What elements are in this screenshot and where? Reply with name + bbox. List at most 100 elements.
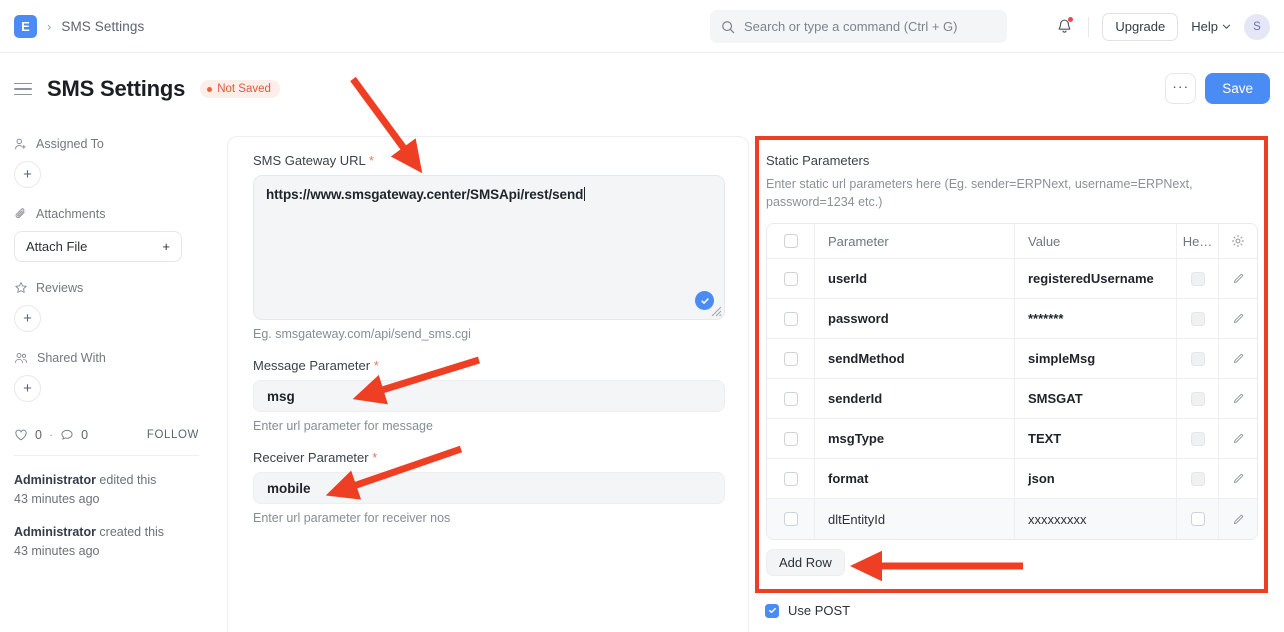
table-row[interactable]: dltEntityId xxxxxxxxx — [767, 499, 1257, 539]
row-edit-button[interactable] — [1219, 499, 1257, 539]
message-parameter-label: Message Parameter * — [253, 358, 723, 373]
gateway-url-textarea[interactable]: https://www.smsgateway.center/SMSApi/res… — [253, 175, 725, 320]
row-checkbox[interactable] — [783, 431, 798, 446]
gateway-url-label: SMS Gateway URL * — [253, 153, 723, 168]
row-checkbox[interactable] — [783, 351, 798, 366]
table-header-row: Parameter Value He… — [767, 224, 1257, 259]
gateway-url-value: https://www.smsgateway.center/SMSApi/res… — [266, 187, 584, 202]
sidebar-label-attachments: Attachments — [36, 207, 106, 221]
shared-with-label-row: Shared With — [14, 351, 199, 365]
avatar[interactable]: S — [1244, 13, 1270, 40]
pencil-icon — [1233, 313, 1243, 324]
assign-user-icon — [15, 138, 26, 150]
gateway-url-help: Eg. smsgateway.com/api/send_sms.cgi — [253, 327, 471, 341]
sidebar-toggle-icon[interactable] — [14, 82, 32, 96]
row-header-checkbox[interactable] — [1190, 391, 1205, 406]
row-value: json — [1015, 459, 1177, 498]
row-parameter: senderId — [815, 379, 1015, 418]
row-select-cell — [767, 339, 815, 378]
breadcrumb-title[interactable]: SMS Settings — [61, 19, 144, 34]
message-parameter-input[interactable]: msg — [253, 380, 725, 412]
sidebar-group-shared-with: Shared With + — [14, 351, 199, 402]
row-header-checkbox[interactable] — [1190, 431, 1205, 446]
form-card: SMS Gateway URL * https://www.smsgateway… — [227, 136, 749, 632]
plus-icon: + — [162, 239, 170, 254]
help-menu[interactable]: Help — [1191, 19, 1231, 34]
resize-grip-icon[interactable] — [708, 303, 722, 317]
follow-button[interactable]: FOLLOW — [147, 429, 199, 441]
row-value: registeredUsername — [1015, 259, 1177, 298]
row-header-cell — [1177, 339, 1219, 378]
activity-action: edited this — [95, 473, 157, 487]
navbar-right: Upgrade Help S — [1053, 0, 1270, 53]
sidebar-group-reviews: Reviews + — [14, 281, 199, 332]
table-row[interactable]: msgType TEXT — [767, 419, 1257, 459]
app-logo-icon[interactable]: E — [14, 14, 37, 38]
row-checkbox[interactable] — [783, 471, 798, 486]
navbar-divider — [1088, 16, 1090, 37]
table-row[interactable]: sendMethod simpleMsg — [767, 339, 1257, 379]
row-parameter: msgType — [815, 419, 1015, 458]
receiver-parameter-input[interactable]: mobile — [253, 472, 725, 504]
stats-separator: · — [48, 428, 54, 442]
heart-icon[interactable] — [14, 428, 28, 442]
required-marker: * — [373, 358, 379, 373]
add-review-button[interactable]: + — [14, 305, 41, 332]
table-row[interactable]: userId registeredUsername — [767, 259, 1257, 299]
row-checkbox[interactable] — [783, 512, 798, 526]
row-edit-button[interactable] — [1219, 299, 1257, 338]
row-value: simpleMsg — [1015, 339, 1177, 378]
row-checkbox[interactable] — [783, 391, 798, 406]
table-row[interactable]: format json — [767, 459, 1257, 499]
column-header-value: Value — [1015, 224, 1177, 258]
use-post-checkbox[interactable] — [765, 603, 779, 618]
attach-file-button[interactable]: Attach File + — [14, 231, 182, 262]
message-parameter-help: Enter url parameter for message — [253, 419, 433, 433]
row-header-checkbox[interactable] — [1190, 351, 1205, 366]
add-assignment-button[interactable]: + — [14, 161, 41, 188]
comment-icon[interactable] — [60, 428, 74, 442]
more-options-button[interactable]: ··· — [1165, 73, 1197, 104]
add-share-button[interactable]: + — [14, 375, 41, 402]
likes-count: 0 — [35, 428, 42, 442]
row-edit-button[interactable] — [1219, 419, 1257, 458]
row-edit-button[interactable] — [1219, 379, 1257, 418]
add-row-button[interactable]: Add Row — [766, 549, 845, 576]
pencil-icon — [1233, 353, 1243, 364]
receiver-parameter-label-text: Receiver Parameter — [253, 450, 369, 465]
row-select-cell — [767, 459, 815, 498]
sidebar-group-attachments: Attachments Attach File + — [14, 207, 199, 262]
sidebar-label-shared-with: Shared With — [37, 351, 106, 365]
sidebar-label-assigned-to: Assigned To — [36, 137, 104, 151]
select-all-checkbox[interactable] — [783, 234, 798, 248]
app-root: E › SMS Settings Search or type a comman… — [0, 0, 1284, 632]
row-edit-button[interactable] — [1219, 459, 1257, 498]
navbar-left: E › SMS Settings — [0, 14, 144, 38]
notifications-button[interactable] — [1053, 16, 1075, 38]
activity-user: Administrator — [14, 525, 96, 539]
row-value: SMSGAT — [1015, 379, 1177, 418]
search-placeholder: Search or type a command (Ctrl + G) — [744, 19, 958, 34]
row-header-checkbox[interactable] — [1190, 311, 1205, 326]
sidebar-divider — [14, 455, 199, 456]
column-header-header: He… — [1177, 224, 1219, 258]
row-checkbox[interactable] — [783, 271, 798, 286]
row-edit-button[interactable] — [1219, 339, 1257, 378]
pencil-icon — [1233, 514, 1243, 524]
table-row[interactable]: senderId SMSGAT — [767, 379, 1257, 419]
table-settings-button[interactable] — [1219, 224, 1257, 258]
gateway-url-label-text: SMS Gateway URL — [253, 153, 366, 168]
row-header-checkbox[interactable] — [1190, 512, 1205, 526]
row-edit-button[interactable] — [1219, 259, 1257, 298]
row-checkbox[interactable] — [783, 311, 798, 326]
receiver-parameter-help: Enter url parameter for receiver nos — [253, 511, 451, 525]
save-button[interactable]: Save — [1205, 73, 1270, 104]
row-header-cell — [1177, 419, 1219, 458]
row-header-cell — [1177, 259, 1219, 298]
status-dot-icon — [207, 86, 213, 92]
upgrade-button[interactable]: Upgrade — [1102, 12, 1179, 41]
table-row[interactable]: password ******* — [767, 299, 1257, 339]
row-header-checkbox[interactable] — [1190, 271, 1205, 286]
row-header-checkbox[interactable] — [1190, 471, 1205, 486]
search-input[interactable]: Search or type a command (Ctrl + G) — [710, 10, 1007, 43]
